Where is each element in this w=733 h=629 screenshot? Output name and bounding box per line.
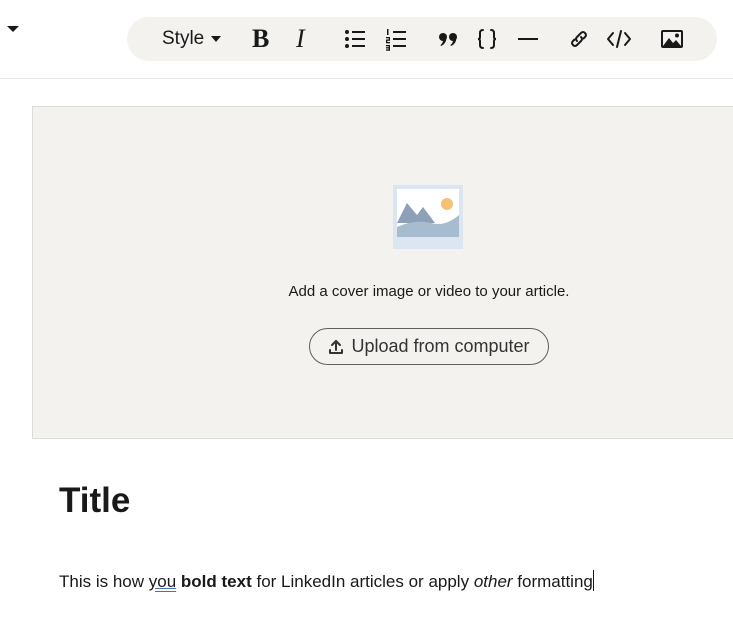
style-dropdown-button[interactable]: Style — [162, 17, 222, 61]
upload-button-label: Upload from computer — [351, 336, 530, 356]
code-block-button[interactable] — [475, 17, 499, 61]
numbered-list-button[interactable] — [384, 17, 408, 61]
upload-from-computer-button[interactable]: Upload from computer — [309, 328, 549, 365]
bold-button[interactable]: B — [252, 17, 269, 61]
italic-button[interactable]: I — [296, 17, 305, 61]
quote-icon — [439, 33, 457, 46]
insert-image-button[interactable] — [660, 17, 684, 61]
body-text-segment: formatting — [512, 572, 593, 591]
italic-icon: I — [296, 24, 305, 53]
chevron-down-icon — [211, 36, 222, 42]
link-button[interactable] — [567, 17, 591, 61]
bulleted-list-icon — [345, 30, 365, 48]
link-icon — [571, 31, 587, 47]
cover-image-area[interactable]: Add a cover image or video to your artic… — [32, 106, 733, 439]
text-cursor — [592, 570, 594, 591]
code-icon — [607, 30, 631, 48]
embed-code-button[interactable] — [606, 17, 632, 61]
divider-button[interactable] — [516, 17, 540, 61]
bold-icon: B — [252, 24, 270, 53]
quote-button[interactable] — [436, 17, 460, 61]
curly-braces-icon — [477, 29, 497, 49]
article-title[interactable]: Title — [59, 481, 130, 521]
image-icon — [661, 30, 683, 48]
bold-text-segment: bold text — [180, 572, 252, 591]
upload-icon — [329, 339, 344, 354]
italic-text-segment: other — [473, 572, 513, 591]
body-text-segment: for LinkedIn articles or apply — [251, 572, 474, 591]
numbered-list-icon — [386, 29, 406, 51]
horizontal-rule-icon — [518, 38, 538, 40]
article-body[interactable]: This is how you bold text for LinkedIn a… — [59, 570, 594, 592]
formatting-toolbar: Style B I — [127, 17, 717, 61]
misspelled-word[interactable]: you — [149, 572, 176, 591]
cover-prompt: Add a cover image or video to your artic… — [288, 283, 570, 300]
body-text-segment: This is how — [59, 572, 149, 591]
toolbar-divider — [0, 78, 733, 79]
bulleted-list-button[interactable] — [343, 17, 367, 61]
collapse-caret-icon[interactable] — [7, 26, 19, 32]
image-placeholder-icon — [393, 185, 463, 249]
style-dropdown-label: Style — [162, 28, 205, 49]
